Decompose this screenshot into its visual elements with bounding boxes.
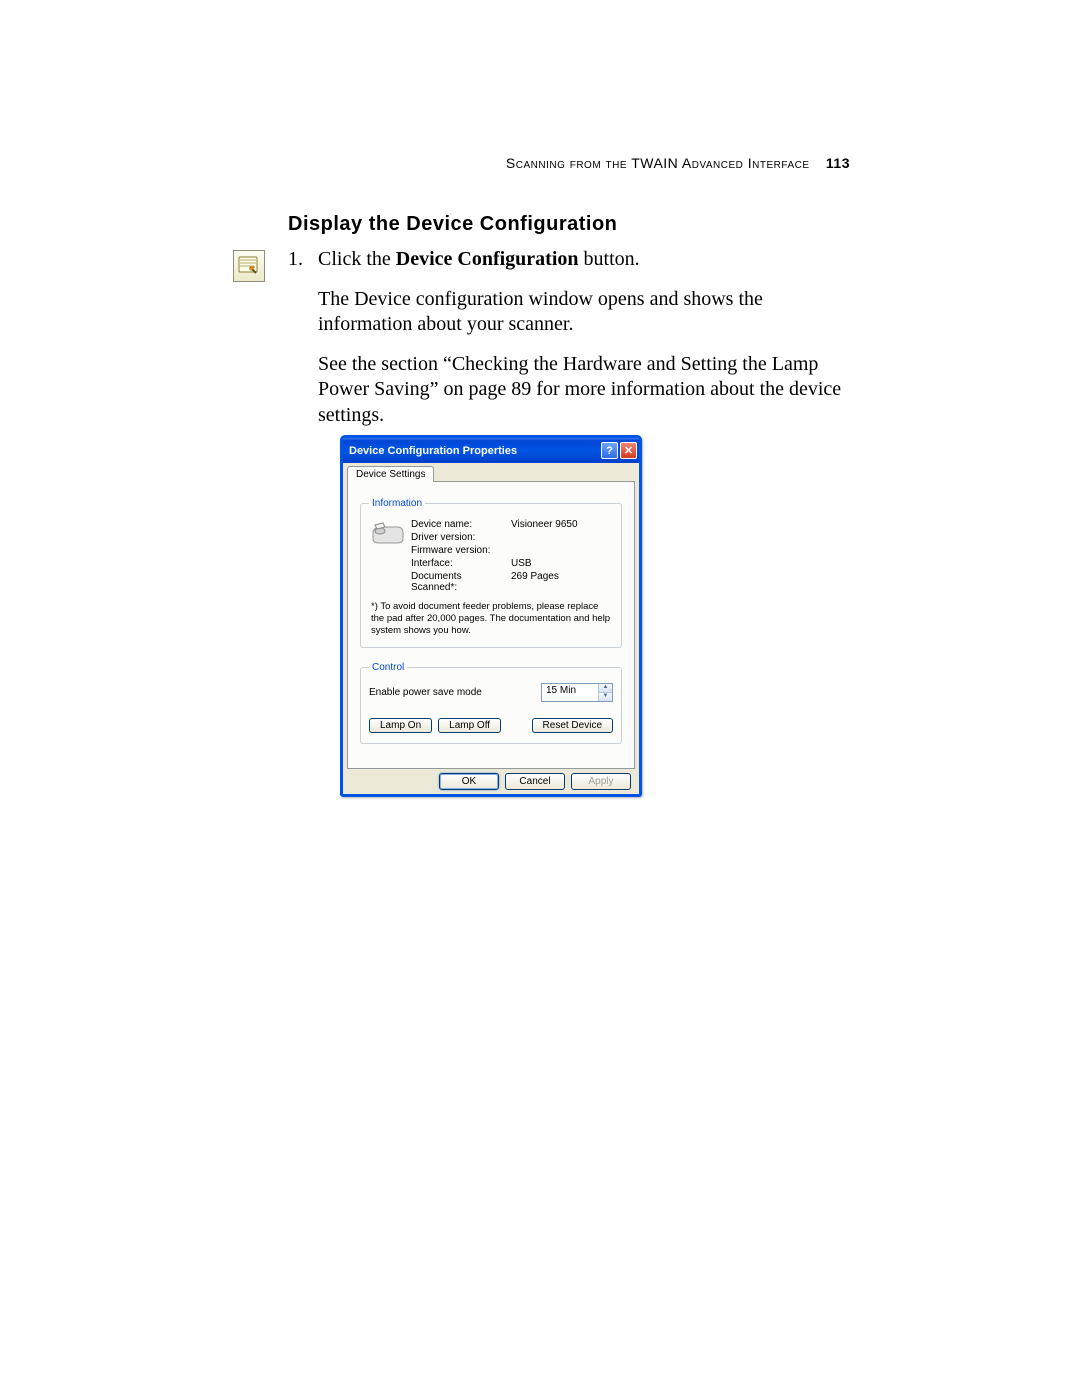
info-footnote: *) To avoid document feeder problems, pl… <box>369 601 613 637</box>
power-save-label: Enable power save mode <box>369 687 482 698</box>
power-save-spinner[interactable]: 15 Min ▲ ▼ <box>541 683 613 702</box>
section-heading: Display the Device Configuration <box>288 213 617 236</box>
spinner-up-icon[interactable]: ▲ <box>599 684 612 693</box>
running-head-text: Scanning from the TWAIN Advanced Interfa… <box>506 155 810 171</box>
control-legend: Control <box>369 662 407 673</box>
close-icon: ✕ <box>624 444 633 457</box>
page-number: 113 <box>826 155 850 171</box>
tabstrip: Device Settings <box>347 466 635 482</box>
device-name-value: Visioneer 9650 <box>511 519 613 530</box>
device-name-label: Device name: <box>411 519 507 530</box>
lamp-on-button[interactable]: Lamp On <box>369 718 432 733</box>
interface-value: USB <box>511 558 613 569</box>
step-1: 1. Click the Device Configuration button… <box>288 247 853 273</box>
tab-panel: Information Device name: Visioneer 9650 … <box>347 481 635 769</box>
driver-version-label: Driver version: <box>411 532 507 543</box>
paragraph-2: See the section “Checking the Hardware a… <box>318 352 853 429</box>
dialog-titlebar[interactable]: Device Configuration Properties ? ✕ <box>343 438 639 463</box>
device-config-dialog: Device Configuration Properties ? ✕ Devi… <box>340 435 642 797</box>
step-text-suffix: button. <box>579 248 640 270</box>
information-legend: Information <box>369 498 425 509</box>
information-group: Information Device name: Visioneer 9650 … <box>360 498 622 648</box>
tab-device-settings[interactable]: Device Settings <box>347 466 434 482</box>
document-page: Scanning from the TWAIN Advanced Interfa… <box>0 0 1080 1397</box>
ok-button[interactable]: OK <box>439 773 499 790</box>
step-number: 1. <box>288 247 318 273</box>
step-bold: Device Configuration <box>396 248 579 270</box>
cancel-button[interactable]: Cancel <box>505 773 565 790</box>
power-save-value: 15 Min <box>542 684 598 701</box>
body-text: 1. Click the Device Configuration button… <box>288 247 853 443</box>
dialog-button-row: OK Cancel Apply <box>347 769 635 790</box>
firmware-version-label: Firmware version: <box>411 545 507 556</box>
dialog-body: Device Settings Information Device n <box>343 463 639 794</box>
dialog-title: Device Configuration Properties <box>349 445 517 457</box>
running-header: Scanning from the TWAIN Advanced Interfa… <box>506 155 850 171</box>
paragraph-1: The Device configuration window opens an… <box>318 287 853 338</box>
reset-device-button[interactable]: Reset Device <box>532 718 613 733</box>
help-icon: ? <box>606 445 613 457</box>
apply-button: Apply <box>571 773 631 790</box>
scanner-icon <box>369 519 405 547</box>
spinner-down-icon[interactable]: ▼ <box>599 693 612 701</box>
interface-label: Interface: <box>411 558 507 569</box>
docs-scanned-label: Documents Scanned*: <box>411 571 507 593</box>
device-config-icon <box>233 250 265 282</box>
titlebar-help-button[interactable]: ? <box>601 442 618 459</box>
lamp-off-button[interactable]: Lamp Off <box>438 718 501 733</box>
step-text-prefix: Click the <box>318 248 396 270</box>
titlebar-close-button[interactable]: ✕ <box>620 442 637 459</box>
docs-scanned-value: 269 Pages <box>511 571 613 582</box>
control-group: Control Enable power save mode 15 Min ▲ … <box>360 662 622 744</box>
